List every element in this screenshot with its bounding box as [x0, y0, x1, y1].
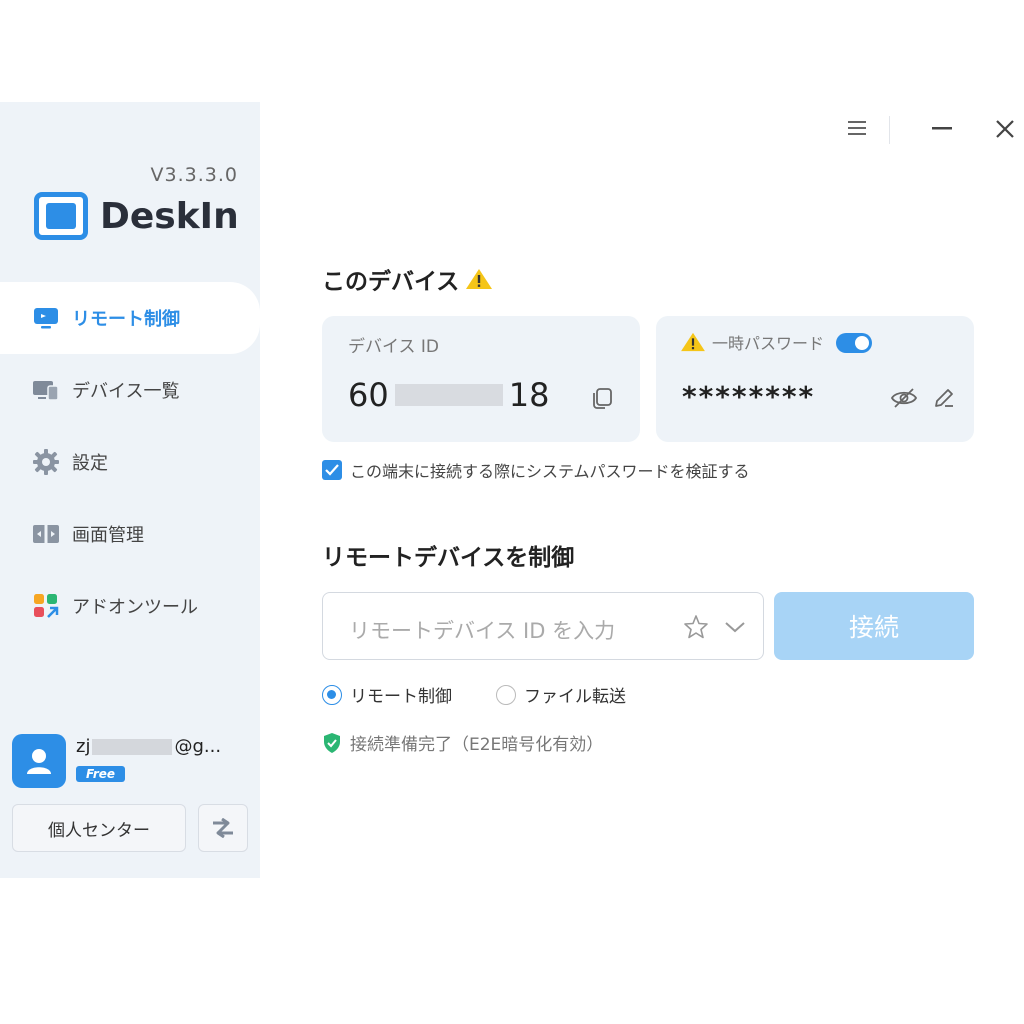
sidebar-item-settings[interactable]: 設定 — [0, 426, 260, 498]
user-email: zj @g... — [76, 736, 222, 757]
remote-section-title: リモートデバイスを制御 — [322, 545, 575, 571]
radio-label: リモート制御 — [350, 687, 452, 707]
chevron-down-icon — [725, 622, 745, 633]
deskin-logo: DeskIn — [34, 192, 239, 240]
radio-unselected[interactable] — [496, 684, 516, 705]
star-icon — [684, 615, 708, 639]
sidebar-item-screen-management[interactable]: 画面管理 — [0, 498, 260, 570]
warning-icon — [681, 332, 705, 352]
gear-icon — [32, 448, 60, 476]
copy-icon — [593, 388, 612, 409]
redacted-block — [394, 384, 503, 406]
sidebar-item-label: リモート制御 — [72, 309, 180, 330]
sidebar-item-label: デバイス一覧 — [72, 381, 180, 402]
device-id-card: デバイス ID 60 18 — [322, 316, 640, 442]
addon-grid-icon — [32, 592, 60, 620]
close-icon — [996, 120, 1014, 138]
device-id-label: デバイス ID — [348, 337, 439, 357]
screen-manage-icon — [32, 520, 60, 548]
sidebar-item-device-list[interactable]: デバイス一覧 — [0, 354, 260, 426]
connection-status: 接続準備完了（E2E暗号化有効） — [322, 730, 603, 755]
menu-button[interactable] — [846, 118, 868, 142]
section-title: このデバイス — [322, 269, 460, 295]
sidebar-item-remote-control[interactable]: リモート制御 — [0, 282, 260, 354]
mode-options: リモート制御 ファイル転送 — [322, 682, 626, 707]
monitor-icon — [32, 304, 60, 332]
redacted-block — [92, 739, 173, 755]
shield-icon — [324, 732, 340, 753]
divider — [889, 116, 890, 144]
sidebar-item-label: 画面管理 — [72, 525, 144, 546]
temp-password-label: 一時パスワード — [712, 334, 825, 353]
show-password-button[interactable] — [890, 386, 918, 414]
sidebar-item-label: 設定 — [72, 453, 108, 474]
temp-password-header: 一時パスワード — [680, 330, 824, 354]
pencil-icon — [935, 389, 953, 407]
this-device-section: このデバイス — [322, 262, 493, 296]
temp-password-toggle[interactable] — [836, 333, 872, 353]
sidebar-item-addon-tools[interactable]: アドオンツール — [0, 570, 260, 642]
radio-selected[interactable] — [322, 684, 342, 705]
status-text: 接続準備完了（E2E暗号化有効） — [350, 735, 604, 755]
minimize-button[interactable] — [930, 118, 954, 142]
sidebar-nav: リモート制御 デバイス一覧 設定 画面管理 アドオンツール — [0, 282, 260, 642]
hamburger-icon — [848, 121, 866, 135]
sidebar-item-label: アドオンツール — [72, 597, 198, 618]
edit-password-button[interactable] — [932, 386, 956, 414]
plan-badge: Free — [76, 766, 126, 782]
check-icon — [325, 464, 339, 476]
user-icon — [27, 749, 51, 774]
minimize-icon — [932, 127, 952, 130]
verify-system-password-option[interactable]: この端末に接続する際にシステムパスワードを検証する — [322, 458, 750, 482]
connect-button[interactable]: 接続 — [774, 592, 974, 660]
devices-icon — [32, 376, 60, 404]
temp-password-value: ******** — [682, 380, 816, 413]
app-window: V3.3.3.0 DeskIn リモート制御 デバイス一覧 設定 画面管理 アド… — [0, 102, 1024, 878]
personal-center-button[interactable]: 個人センター — [12, 804, 186, 852]
history-dropdown[interactable] — [723, 617, 747, 641]
warning-icon — [466, 269, 493, 289]
checkbox-checked[interactable] — [322, 460, 342, 480]
favorite-button[interactable] — [683, 614, 709, 644]
switch-icon — [213, 818, 233, 838]
avatar[interactable] — [12, 734, 66, 788]
switch-account-button[interactable] — [198, 804, 248, 852]
eye-off-icon — [890, 388, 918, 408]
temp-password-card: 一時パスワード ******** — [656, 316, 974, 442]
brand-area: V3.3.3.0 DeskIn — [0, 102, 260, 280]
version-label: V3.3.3.0 — [150, 164, 238, 186]
logo-mark-icon — [34, 192, 88, 240]
user-profile[interactable]: zj @g... Free — [12, 732, 252, 788]
sidebar: V3.3.3.0 DeskIn リモート制御 デバイス一覧 設定 画面管理 アド… — [0, 102, 260, 878]
device-id-value: 60 18 — [348, 376, 550, 414]
checkbox-label: この端末に接続する際にシステムパスワードを検証する — [350, 462, 750, 481]
close-button[interactable] — [994, 118, 1016, 144]
remote-id-input[interactable]: リモートデバイス ID を入力 — [322, 592, 764, 660]
brand-name: DeskIn — [100, 195, 239, 237]
input-placeholder: リモートデバイス ID を入力 — [349, 619, 616, 643]
mode-file-transfer[interactable]: ファイル転送 — [496, 682, 626, 707]
main-panel: このデバイス デバイス ID 60 18 一時パスワード ******** この… — [260, 102, 1024, 878]
copy-button[interactable] — [590, 386, 614, 414]
radio-label: ファイル転送 — [524, 687, 626, 707]
mode-remote-control[interactable]: リモート制御 — [322, 682, 452, 707]
